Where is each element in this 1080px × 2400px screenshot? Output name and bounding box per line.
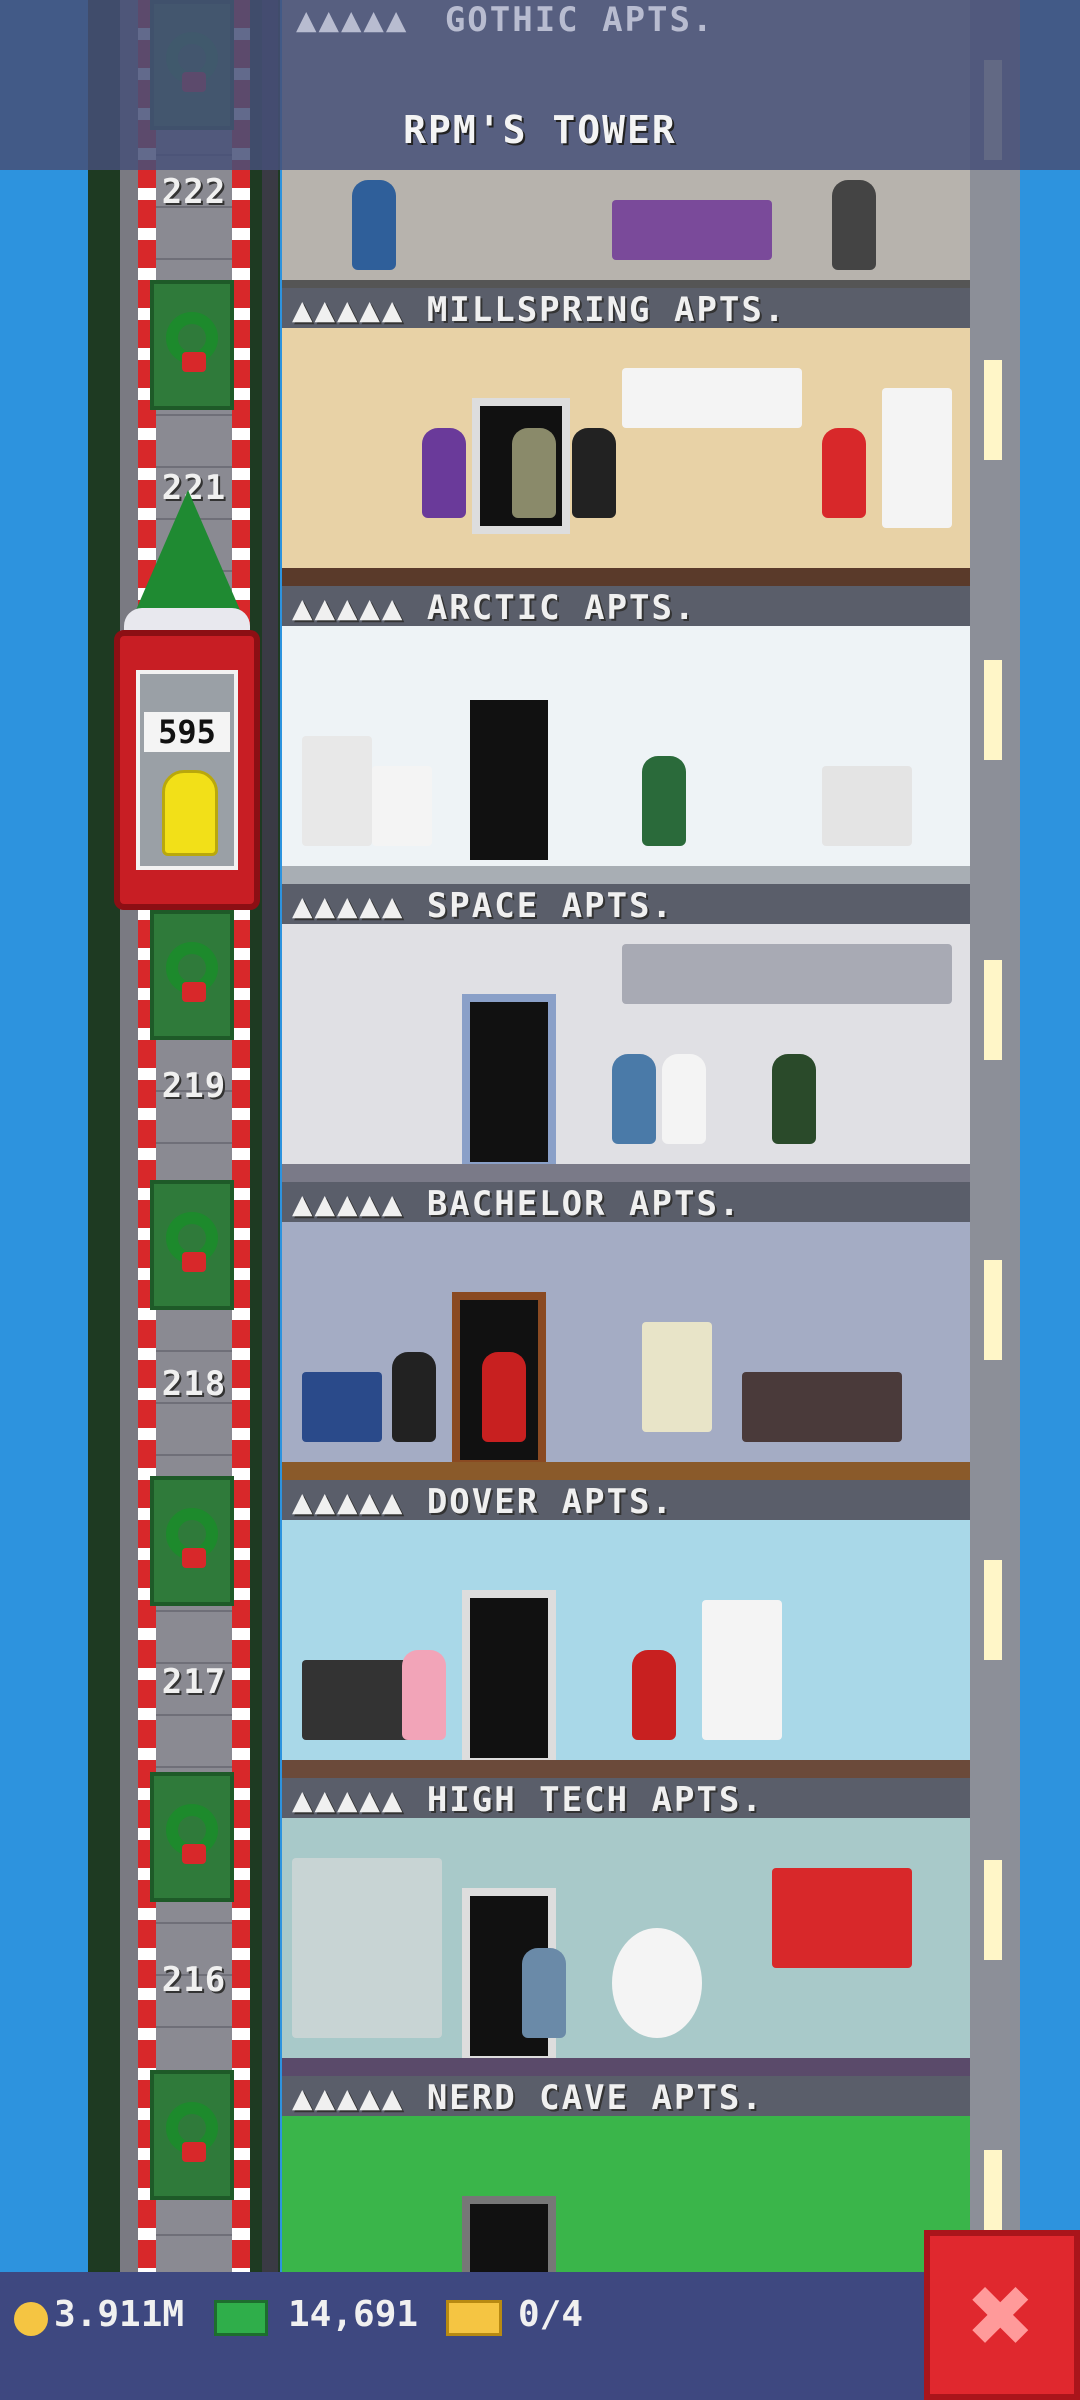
fridge [302, 736, 372, 846]
room-interior [282, 1222, 970, 1468]
floor-label: ▲▲▲▲▲ BACHELOR APTS. [292, 1184, 742, 1224]
candy-cane-rail-right [232, 0, 250, 2280]
floor-label: ▲▲▲▲▲ DOVER APTS. [292, 1482, 674, 1522]
elevator-rider [162, 770, 218, 856]
close-x-icon: ✖ [968, 2251, 1036, 2379]
room-doorway [462, 994, 556, 1170]
armchair [822, 766, 912, 846]
resident[interactable] [512, 428, 556, 518]
resident[interactable] [632, 1650, 676, 1740]
room-doorway [462, 1590, 556, 1766]
arcade-machine [642, 1322, 712, 1432]
floor-label: ▲▲▲▲▲ SPACE APTS. [292, 886, 674, 926]
floor-label: ▲▲▲▲▲ HIGH TECH APTS. [292, 1780, 764, 1820]
christmas-tree-icon [136, 490, 240, 610]
stove [372, 766, 432, 846]
couch [742, 1372, 902, 1442]
resident[interactable] [402, 1650, 446, 1740]
bow-icon [182, 352, 206, 372]
tower-header: ▲▲▲▲▲ GOTHIC APTS. RPM'S TOWER [0, 0, 1080, 170]
room-interior [282, 1818, 970, 2064]
fridge [702, 1600, 782, 1740]
tower-right-wall [970, 0, 1020, 2280]
elevator-door[interactable] [150, 1772, 234, 1902]
bow-icon [182, 2142, 206, 2162]
partial-floor-label: ▲▲▲▲▲ GOTHIC APTS. [296, 0, 715, 40]
resident[interactable] [482, 1352, 526, 1442]
floor-high-tech[interactable]: ▲▲▲▲▲ HIGH TECH APTS. [282, 1778, 970, 2078]
floor-label: ▲▲▲▲▲ MILLSPRING APTS. [292, 290, 787, 330]
resident[interactable] [522, 1948, 566, 2038]
coins-value[interactable]: 3.911M [54, 2294, 184, 2335]
floor-label: ▲▲▲▲▲ NERD CAVE APTS. [292, 2078, 764, 2118]
bux-icon [214, 2300, 268, 2336]
elevator-car[interactable]: 595 [114, 630, 260, 910]
floor-bachelor[interactable]: ▲▲▲▲▲ BACHELOR APTS. [282, 1182, 970, 1482]
bux-value[interactable]: 14,691 [288, 2294, 418, 2335]
elevator-window: 595 [136, 670, 238, 870]
elevator-door[interactable] [150, 280, 234, 410]
fridge [882, 388, 952, 528]
tv-screen [772, 1868, 912, 1968]
room-interior [282, 626, 970, 866]
shaft-edge [262, 0, 278, 2280]
resident[interactable] [832, 180, 876, 270]
floor-dover[interactable]: ▲▲▲▲▲ DOVER APTS. [282, 1480, 970, 1780]
floor-millspring[interactable]: ▲▲▲▲▲ MILLSPRING APTS. [282, 288, 970, 588]
resident[interactable] [662, 1054, 706, 1144]
resident[interactable] [642, 756, 686, 846]
resident[interactable] [612, 1054, 656, 1144]
elevator-floor-number: 218 [161, 1364, 227, 1404]
ticket-icon [446, 2300, 502, 2336]
elevator-floor-number: 219 [161, 1066, 227, 1106]
egg-chair [612, 1928, 702, 2038]
room-interior [282, 924, 970, 1170]
resident[interactable] [822, 428, 866, 518]
shelf [292, 1858, 442, 2038]
close-button[interactable]: ✖ [924, 2230, 1080, 2400]
elevator-floor-number: 216 [161, 1960, 227, 2000]
bow-icon [182, 982, 206, 1002]
room-interior [282, 328, 970, 568]
armchair [302, 1372, 382, 1442]
elevator-door[interactable] [150, 910, 234, 1040]
bow-icon [182, 1844, 206, 1864]
tickets-value[interactable]: 0/4 [518, 2294, 583, 2335]
elevator-floor-number: 222 [161, 172, 227, 212]
control-panel [622, 944, 952, 1004]
room-interior [282, 2116, 970, 2292]
elevator-door[interactable] [150, 1180, 234, 1310]
resident[interactable] [572, 428, 616, 518]
resident[interactable] [352, 180, 396, 270]
resident[interactable] [392, 1352, 436, 1442]
room-doorway [470, 700, 548, 860]
room-interior [282, 1520, 970, 1766]
kitchen-cabinet [622, 368, 802, 428]
sofa [612, 200, 772, 260]
elevator-floor-number: 217 [161, 1662, 227, 1702]
floor-arctic[interactable]: ▲▲▲▲▲ ARCTIC APTS. [282, 586, 970, 886]
bottom-status-bar [0, 2272, 1080, 2400]
elevator-door[interactable] [150, 2070, 234, 2200]
floor-space[interactable]: ▲▲▲▲▲ SPACE APTS. [282, 884, 970, 1184]
floor-label: ▲▲▲▲▲ ARCTIC APTS. [292, 588, 697, 628]
resident[interactable] [422, 428, 466, 518]
elevator-door[interactable] [150, 1476, 234, 1606]
passenger-count: 595 [144, 712, 230, 752]
bow-icon [182, 1548, 206, 1568]
resident[interactable] [772, 1054, 816, 1144]
bow-icon [182, 1252, 206, 1272]
tower-title: RPM'S TOWER [403, 108, 677, 152]
coin-icon [14, 2302, 48, 2336]
